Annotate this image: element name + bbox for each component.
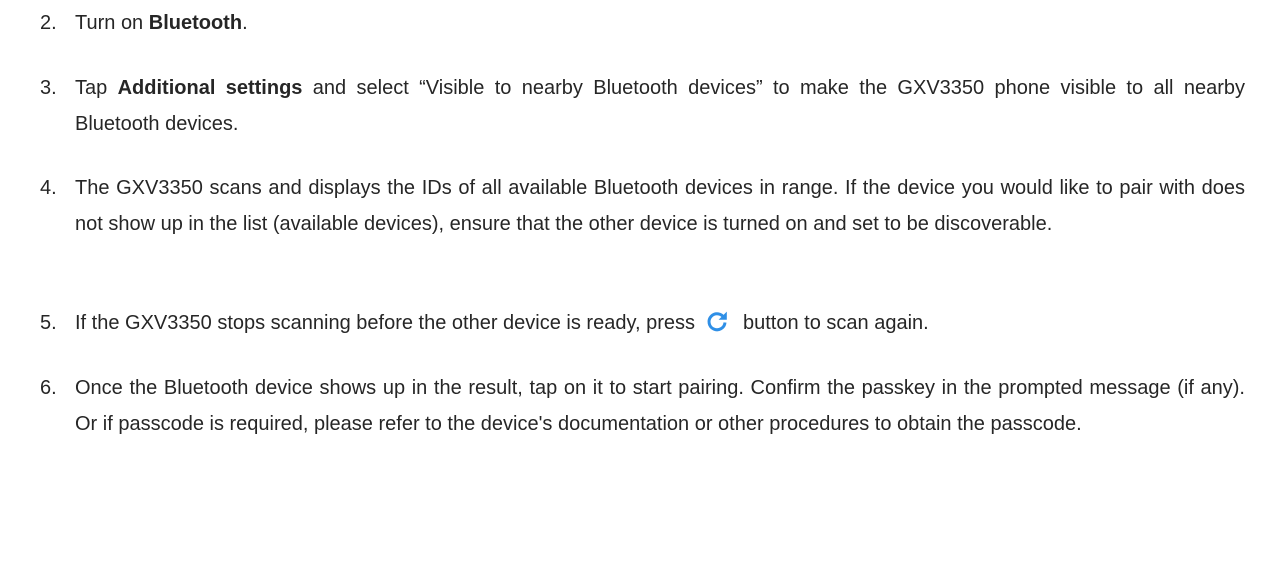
bold-term: Additional settings — [117, 77, 303, 99]
step-number: 2. — [40, 12, 57, 34]
step-number: 5. — [40, 312, 57, 334]
step-number: 3. — [40, 77, 57, 99]
step-text: If the GXV3350 stops scanning before the… — [75, 305, 1245, 341]
step-text: Tap Additional settings and select “Visi… — [75, 77, 1245, 135]
step-text: Turn on Bluetooth. — [75, 12, 248, 34]
step-number: 6. — [40, 377, 57, 399]
step-number: 4. — [40, 177, 57, 199]
step-text: Once the Bluetooth device shows up in th… — [75, 377, 1245, 435]
bold-term: Bluetooth — [148, 12, 243, 34]
refresh-icon — [705, 309, 729, 333]
step-text: The GXV3350 scans and displays the IDs o… — [75, 177, 1245, 235]
